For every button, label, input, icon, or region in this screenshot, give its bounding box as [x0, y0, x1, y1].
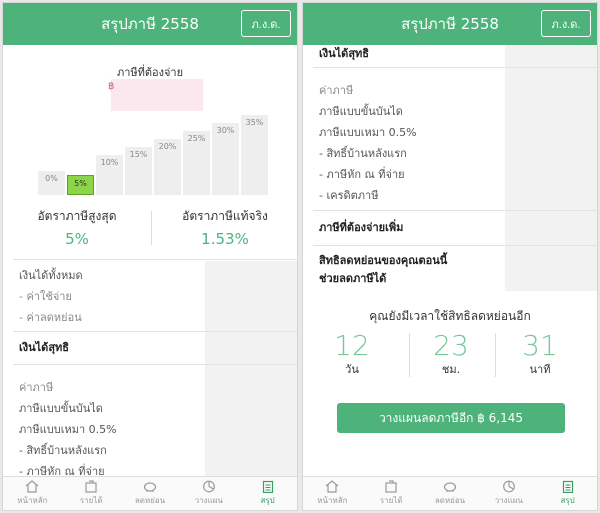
pie-chart-icon — [502, 480, 516, 493]
income-list: เงินได้ทั้งหมด - ค่าใช้จ่าย - ค่าลดหย่อน… — [3, 265, 297, 476]
current-deduction-row: สิทธิลดหย่อนของคุณตอนนี้ — [319, 254, 448, 267]
tab-label: หน้าหลัก — [317, 496, 348, 505]
tax-bracket-bar: 0% — [38, 171, 65, 195]
tab-deduction[interactable]: ลดหย่อน — [421, 477, 480, 510]
countdown-hours-unit: ชม. — [441, 363, 461, 376]
tab-bar: หน้าหลัก รายได้ ลดหย่อน วางแผน สรุป — [3, 476, 297, 510]
total-income-row: เงินได้ทั้งหมด — [19, 269, 83, 282]
tax-list: เงินได้สุทธิ ค่าภาษี ภาษีแบบขั้นบันได ภา… — [303, 45, 597, 288]
tax-bracket-chart: 0% 5% 10% 15% 20% 25% 30% 35% — [38, 115, 268, 195]
tab-deduction[interactable]: ลดหย่อน — [121, 477, 180, 510]
plan-tax-button[interactable]: วางแผนลดภาษีอีก ฿ 6,145 — [337, 403, 565, 433]
countdown-minutes-unit: นาที — [529, 363, 551, 376]
tax-row: ค่าภาษี — [319, 84, 354, 97]
tax-bracket-bar: 20% — [154, 139, 181, 195]
divider — [313, 67, 597, 68]
summary-content[interactable]: ภาษีที่ต้องจ่าย ฿ 0% 5% 10% 15% 20% 25% 30% 35%… — [3, 45, 297, 476]
current-deduction-row-2: ช่วยลดภาษีได้ — [319, 272, 387, 285]
withheld-tax-row: - ภาษีหัก ณ ที่จ่าย — [19, 465, 105, 476]
countdown-title: คุณยังมีเวลาใช้สิทธิลดหย่อนอีก — [369, 309, 531, 323]
deduction-row: - ค่าลดหย่อน — [19, 311, 82, 324]
effective-rate-value: 1.53% — [201, 230, 249, 248]
page-title: สรุปภาษี 2558 — [101, 15, 199, 33]
tab-summary[interactable]: สรุป — [238, 477, 297, 510]
currency-symbol: ฿ — [108, 81, 115, 92]
withheld-tax-row: - ภาษีหัก ณ ที่จ่าย — [319, 168, 405, 181]
tab-label: ลดหย่อน — [434, 496, 466, 505]
tab-income[interactable]: รายได้ — [62, 477, 121, 510]
tab-label: ลดหย่อน — [134, 496, 166, 505]
tab-home[interactable]: หน้าหลัก — [303, 477, 362, 510]
clipboard-icon — [561, 480, 575, 493]
tax-row: ค่าภาษี — [19, 381, 54, 394]
pnd-button[interactable]: ภ.ง.ด. — [241, 10, 291, 37]
income-icon — [84, 480, 98, 493]
pie-chart-icon — [202, 480, 216, 493]
divider — [313, 245, 597, 246]
net-income-row: เงินได้สุทธิ — [319, 47, 370, 60]
effective-rate-label: อัตราภาษีแท้จริง — [182, 209, 268, 223]
app-header: สรุปภาษี 2558 ภ.ง.ด. — [3, 3, 297, 45]
summary-screen-bottom: สรุปภาษี 2558 ภ.ง.ด. เงินได้สุทธิ ค่าภาษ… — [302, 2, 598, 511]
tab-label: รายได้ — [79, 496, 103, 505]
countdown-days-value: 12 — [334, 329, 370, 362]
page-title: สรุปภาษี 2558 — [401, 15, 499, 33]
tab-label: สรุป — [560, 496, 575, 505]
piggy-bank-icon — [443, 480, 457, 493]
tab-home[interactable]: หน้าหลัก — [3, 477, 62, 510]
countdown-days: 12 วัน — [303, 329, 401, 378]
tax-credit-row: - เครดิตภาษี — [319, 189, 379, 202]
app-header: สรุปภาษี 2558 ภ.ง.ด. — [303, 3, 597, 45]
effective-rate: อัตราภาษีแท้จริง 1.53% — [151, 207, 297, 248]
tax-due-value: ฿ — [108, 79, 203, 111]
tab-plan[interactable]: วางแผน — [479, 477, 538, 510]
tax-payable-more-row: ภาษีที่ต้องจ่ายเพิ่ม — [319, 221, 404, 234]
tax-bracket-bar: 5% — [67, 175, 94, 195]
tab-label: สรุป — [260, 496, 275, 505]
summary-screen-top: สรุปภาษี 2558 ภ.ง.ด. ภาษีที่ต้องจ่าย ฿ 0… — [2, 2, 298, 511]
divider — [13, 364, 297, 365]
home-icon — [25, 480, 39, 493]
flat-tax-row: ภาษีแบบเหมา 0.5% — [19, 423, 117, 436]
max-rate-label: อัตราภาษีสูงสุด — [37, 209, 117, 223]
tab-plan[interactable]: วางแผน — [179, 477, 238, 510]
expense-row: - ค่าใช้จ่าย — [19, 290, 72, 303]
income-icon — [384, 480, 398, 493]
progressive-tax-row: ภาษีแบบขั้นบันได — [19, 402, 103, 415]
tax-bracket-bar: 30% — [212, 123, 239, 195]
tax-bracket-bar: 35% — [241, 115, 268, 195]
countdown-days-unit: วัน — [345, 363, 359, 376]
piggy-bank-icon — [143, 480, 157, 493]
first-home-row: - สิทธิ์บ้านหลังแรก — [319, 147, 407, 160]
flat-tax-row: ภาษีแบบเหมา 0.5% — [319, 126, 417, 139]
tab-label: รายได้ — [379, 496, 403, 505]
countdown-minutes: 31 นาที — [491, 329, 589, 378]
tab-label: หน้าหลัก — [17, 496, 48, 505]
net-income-row: เงินได้สุทธิ — [19, 341, 70, 354]
countdown-hours-value: 23 — [433, 329, 469, 362]
clipboard-icon — [261, 480, 275, 493]
tab-income[interactable]: รายได้ — [362, 477, 421, 510]
tax-bracket-bar: 10% — [96, 155, 123, 195]
home-icon — [325, 480, 339, 493]
max-rate-value: 5% — [65, 230, 89, 248]
pnd-button[interactable]: ภ.ง.ด. — [541, 10, 591, 37]
progressive-tax-row: ภาษีแบบขั้นบันได — [319, 105, 403, 118]
countdown-minutes-value: 31 — [522, 329, 558, 362]
divider — [13, 259, 297, 260]
max-rate: อัตราภาษีสูงสุด 5% — [3, 207, 151, 248]
tax-bracket-bar: 25% — [183, 131, 210, 195]
tab-bar: หน้าหลัก รายได้ ลดหย่อน วางแผน สรุป — [303, 476, 597, 510]
tab-label: วางแผน — [494, 496, 523, 505]
tax-bracket-bar: 15% — [125, 147, 152, 195]
summary-content[interactable]: เงินได้สุทธิ ค่าภาษี ภาษีแบบขั้นบันได ภา… — [303, 45, 597, 476]
countdown-hours: 23 ชม. — [402, 329, 500, 378]
rate-summary: อัตราภาษีสูงสุด 5% อัตราภาษีแท้จริง 1.53… — [3, 207, 297, 251]
tab-summary[interactable]: สรุป — [538, 477, 597, 510]
tab-label: วางแผน — [194, 496, 223, 505]
first-home-row: - สิทธิ์บ้านหลังแรก — [19, 444, 107, 457]
